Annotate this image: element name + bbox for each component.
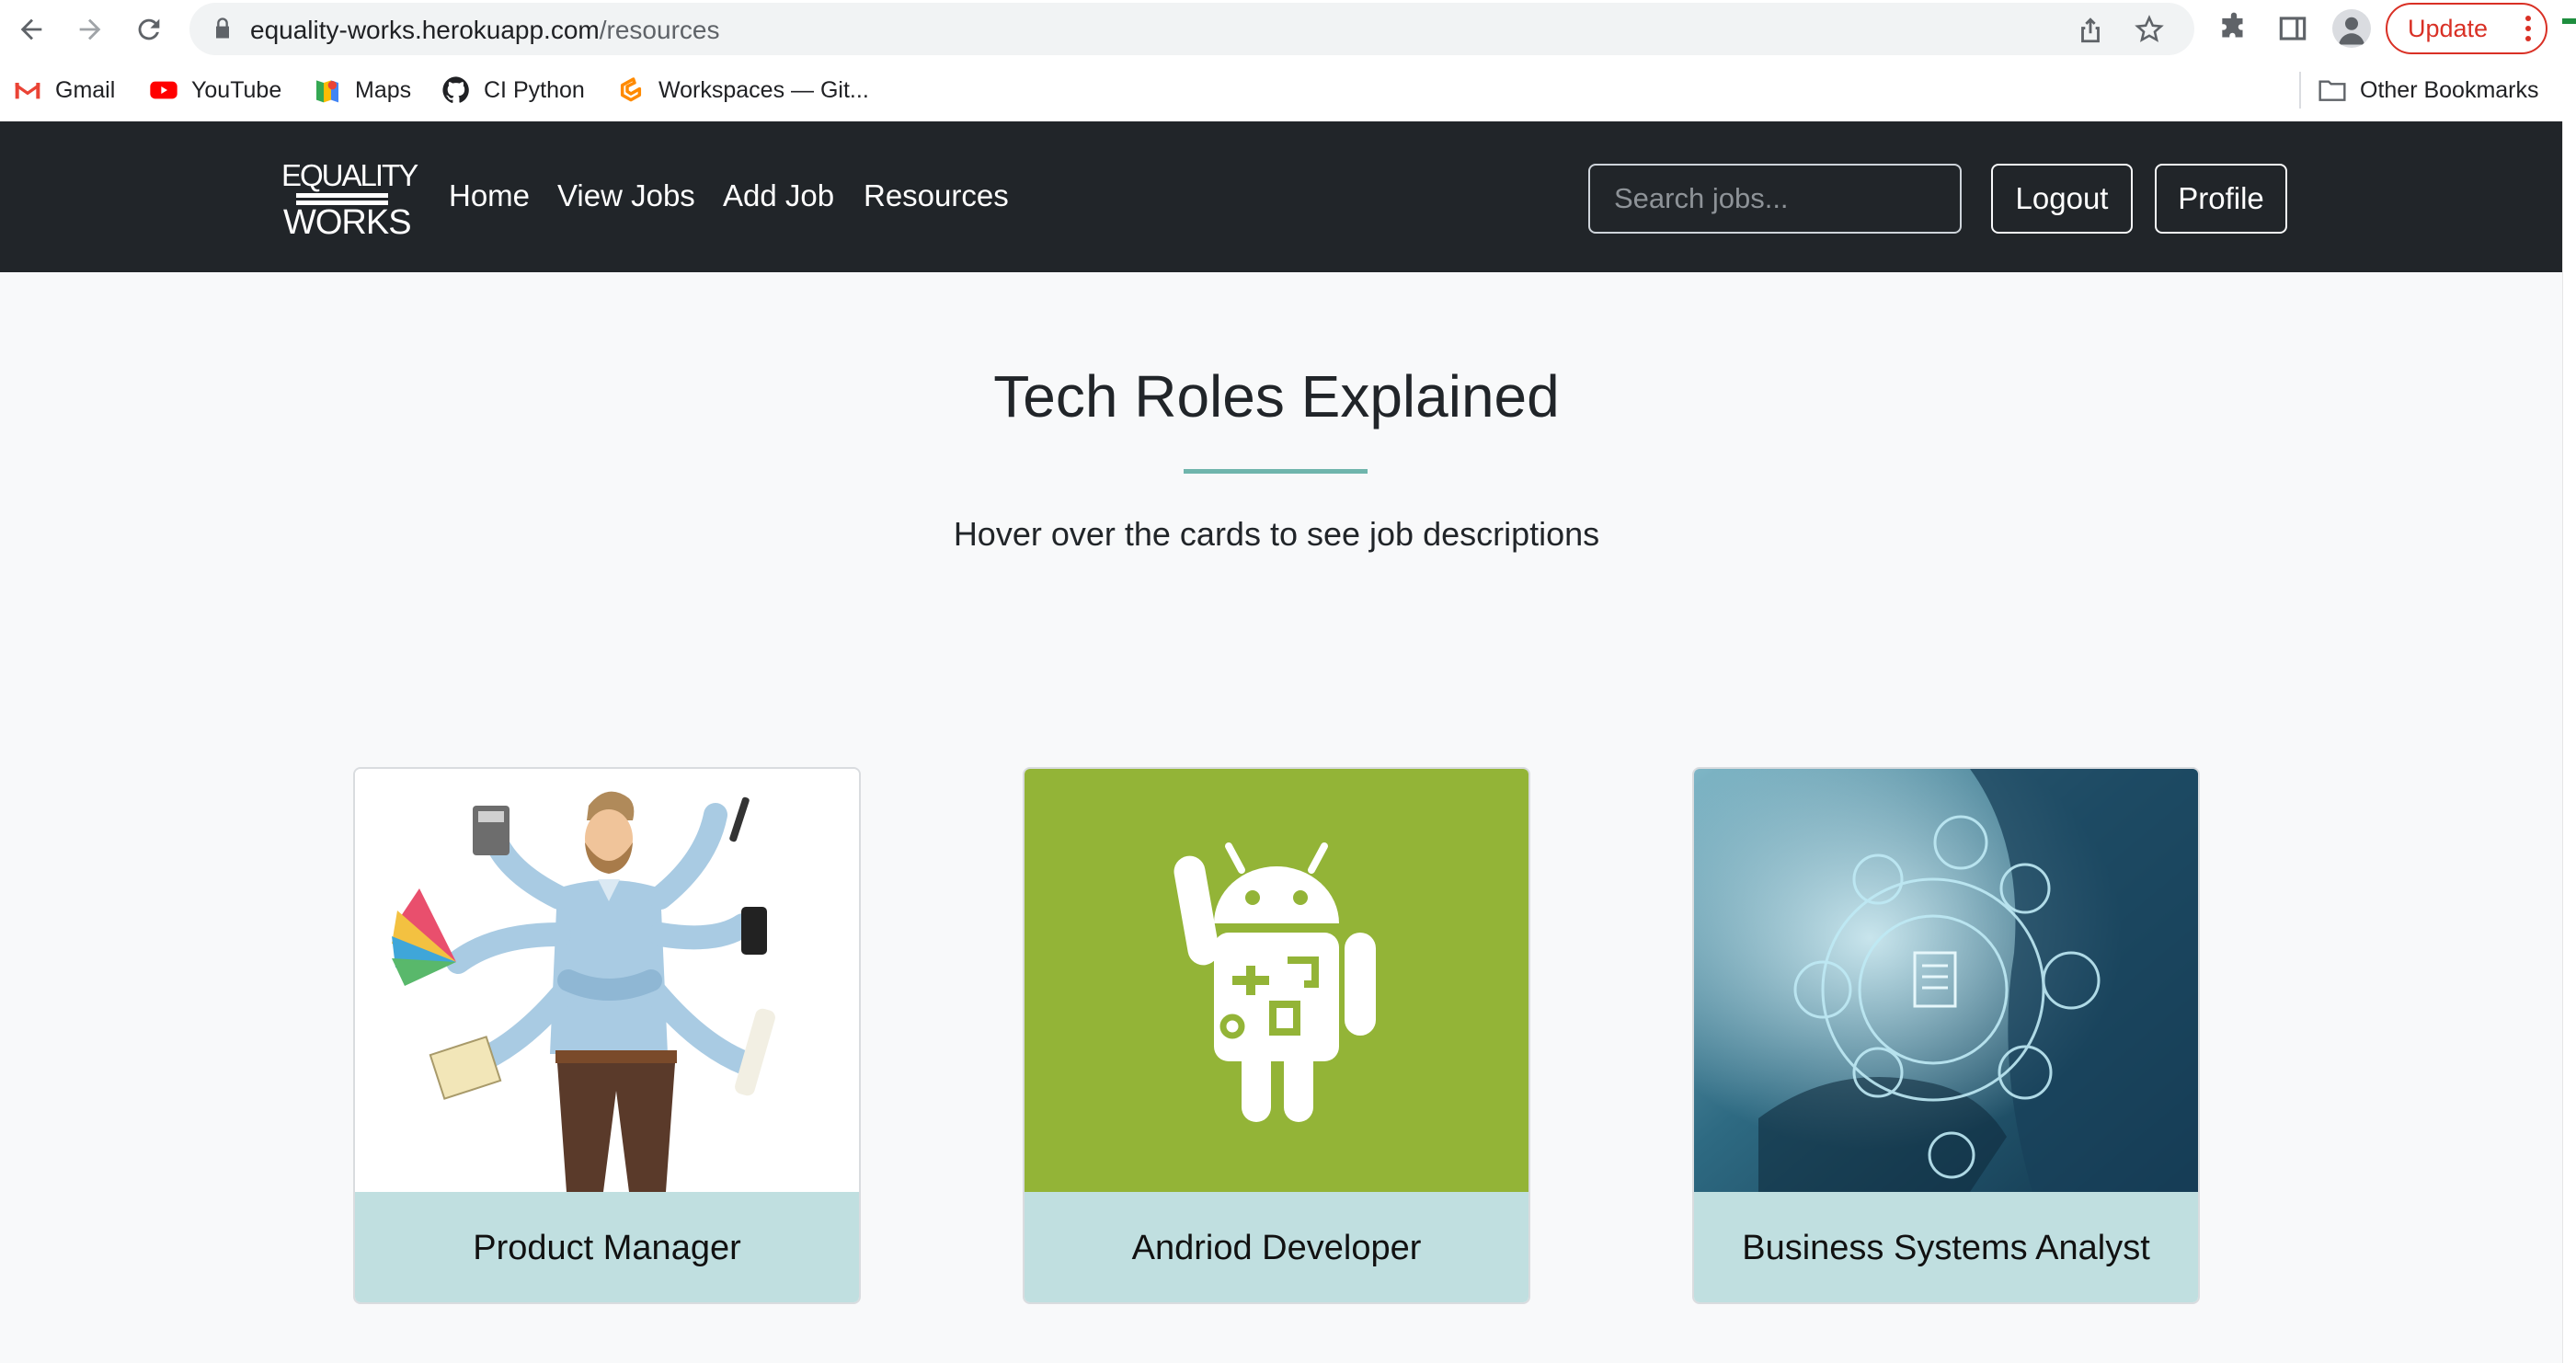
main-content: Tech Roles Explained Hover over the card… bbox=[0, 272, 2562, 1363]
profile-avatar[interactable] bbox=[2332, 9, 2371, 48]
bookmark-maps[interactable]: Maps bbox=[313, 72, 411, 109]
reload-button[interactable] bbox=[129, 9, 169, 50]
bookmark-label: Gmail bbox=[55, 76, 116, 103]
bookmark-label: Workspaces — Git... bbox=[658, 76, 869, 103]
share-icon[interactable] bbox=[2075, 14, 2106, 45]
site-logo[interactable]: EQUALITY WORKS bbox=[281, 158, 418, 241]
star-icon[interactable] bbox=[2134, 14, 2165, 45]
logo-top-text: EQUALITY bbox=[281, 158, 418, 192]
android-robot-illustration bbox=[1025, 769, 1528, 1192]
nav-home[interactable]: Home bbox=[449, 178, 530, 213]
page-subtitle: Hover over the cards to see job descript… bbox=[953, 515, 1600, 553]
multitasking-person-illustration bbox=[355, 769, 859, 1192]
extensions-icon[interactable] bbox=[2216, 11, 2251, 46]
youtube-icon bbox=[150, 81, 177, 99]
url-host: equality-works.herokuapp.com bbox=[250, 16, 600, 44]
role-card-business-systems-analyst[interactable]: Business Systems Analyst bbox=[1692, 767, 2200, 1304]
bookmark-gmail[interactable]: Gmail bbox=[13, 72, 115, 109]
bookmark-label: Maps bbox=[355, 76, 412, 103]
page-title: Tech Roles Explained bbox=[993, 363, 1560, 430]
lock-icon bbox=[216, 17, 229, 39]
bookmarks-separator bbox=[2299, 72, 2301, 109]
logo-bottom-text: WORKS bbox=[283, 203, 412, 242]
business-tech-icons-photo bbox=[1694, 769, 2198, 1192]
github-icon bbox=[442, 76, 469, 103]
gitpod-icon bbox=[620, 77, 642, 102]
logout-button[interactable]: Logout bbox=[1991, 164, 2133, 234]
other-bookmarks[interactable]: Other Bookmarks bbox=[2318, 72, 2539, 109]
title-divider bbox=[1184, 469, 1368, 474]
other-bookmarks-label: Other Bookmarks bbox=[2360, 76, 2539, 103]
arrow-left-icon bbox=[20, 18, 42, 40]
card-title: Business Systems Analyst bbox=[1694, 1192, 2198, 1302]
nav-resources[interactable]: Resources bbox=[864, 178, 1009, 213]
forward-button[interactable] bbox=[70, 9, 110, 50]
bookmark-ci-python[interactable]: CI Python bbox=[441, 72, 585, 109]
arrow-right-icon bbox=[79, 18, 101, 40]
bookmark-label: CI Python bbox=[484, 76, 585, 103]
reload-icon bbox=[138, 18, 160, 40]
tab-indicator bbox=[2562, 18, 2576, 24]
role-card-android-developer[interactable]: Andriod Developer bbox=[1023, 767, 1530, 1304]
update-label: Update bbox=[2408, 14, 2489, 42]
nav-view-jobs[interactable]: View Jobs bbox=[557, 178, 695, 213]
folder-icon bbox=[2318, 80, 2346, 101]
more-menu-icon bbox=[2525, 16, 2531, 43]
update-button[interactable]: Update bbox=[2386, 3, 2547, 54]
site-navbar: EQUALITY WORKS Home View Jobs Add Job Re… bbox=[0, 121, 2562, 272]
profile-button[interactable]: Profile bbox=[2155, 164, 2287, 234]
logo-bar bbox=[296, 193, 388, 198]
nav-add-job[interactable]: Add Job bbox=[723, 178, 834, 213]
url-path: /resources bbox=[599, 16, 720, 44]
search-input[interactable] bbox=[1588, 164, 1962, 234]
person-icon bbox=[2339, 17, 2364, 45]
card-title: Product Manager bbox=[355, 1192, 859, 1302]
maps-icon bbox=[316, 80, 338, 103]
gmail-icon bbox=[15, 83, 40, 99]
bookmark-label: YouTube bbox=[191, 76, 282, 103]
back-button[interactable] bbox=[11, 9, 52, 50]
bookmark-youtube[interactable]: YouTube bbox=[149, 72, 281, 109]
bookmark-workspaces[interactable]: Workspaces — Git... bbox=[616, 72, 869, 109]
address-bar[interactable]: equality-works.herokuapp.com/resources bbox=[189, 3, 2194, 55]
url-text: equality-works.herokuapp.com/resources bbox=[250, 16, 719, 45]
page-scrollbar[interactable] bbox=[2562, 121, 2576, 1363]
browser-toolbar: equality-works.herokuapp.com/resources U… bbox=[0, 0, 2576, 59]
role-card-product-manager[interactable]: Product Manager bbox=[353, 767, 861, 1304]
bookmarks-bar: Gmail YouTube Maps CI Python Workspaces … bbox=[0, 59, 2576, 121]
card-title: Andriod Developer bbox=[1025, 1192, 1528, 1302]
side-panel-icon[interactable] bbox=[2275, 11, 2310, 46]
